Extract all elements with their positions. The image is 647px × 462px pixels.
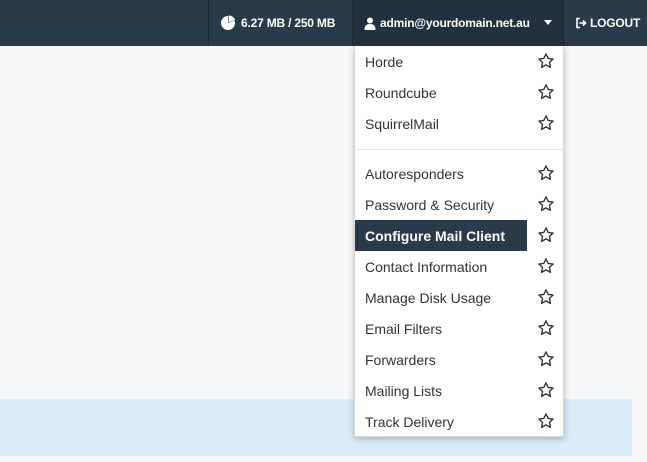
menu-item-horde: Horde <box>355 46 563 77</box>
logout-button[interactable]: LOGOUT <box>575 0 640 46</box>
topbar-separator <box>563 0 564 46</box>
star-icon[interactable] <box>537 381 555 399</box>
menu-item-link[interactable]: Forwarders <box>355 344 527 375</box>
menu-item-password-security: Password & Security <box>355 189 563 220</box>
star-icon[interactable] <box>537 164 555 182</box>
star-icon[interactable] <box>537 319 555 337</box>
star-icon[interactable] <box>537 350 555 368</box>
menu-item-link[interactable]: Email Filters <box>355 313 527 344</box>
menu-divider <box>355 149 563 150</box>
menu-item-link[interactable]: Manage Disk Usage <box>355 282 527 313</box>
menu-item-squirrelmail: SquirrelMail <box>355 108 563 139</box>
menu-item-link[interactable]: Mailing Lists <box>355 375 527 406</box>
pie-chart-icon <box>221 15 236 30</box>
menu-item-link[interactable]: Track Delivery <box>355 406 527 437</box>
sign-out-icon <box>576 17 587 29</box>
menu-item-autoresponders: Autoresponders <box>355 158 563 189</box>
menu-item-link[interactable]: Autoresponders <box>355 158 527 189</box>
user-email: admin@yourdomain.net.au <box>380 16 530 30</box>
menu-item-configure-mail-client: Configure Mail Client <box>355 220 563 251</box>
user-dropdown-menu: Horde Roundcube SquirrelMail Autorespond… <box>354 46 564 437</box>
menu-item-link[interactable]: Roundcube <box>355 77 527 108</box>
menu-item-mailing-lists: Mailing Lists <box>355 375 563 406</box>
menu-item-contact-information: Contact Information <box>355 251 563 282</box>
star-icon[interactable] <box>537 226 555 244</box>
menu-item-link[interactable]: Horde <box>355 46 527 77</box>
menu-item-email-filters: Email Filters <box>355 313 563 344</box>
caret-down-icon <box>544 20 552 25</box>
user-icon <box>364 17 376 30</box>
menu-item-link[interactable]: Configure Mail Client <box>355 220 527 251</box>
topbar-separator <box>208 0 209 46</box>
top-bar: 6.27 MB / 250 MB admin@yourdomain.net.au… <box>0 0 647 46</box>
star-icon[interactable] <box>537 114 555 132</box>
star-icon[interactable] <box>537 52 555 70</box>
menu-item-link[interactable]: Contact Information <box>355 251 527 282</box>
star-icon[interactable] <box>537 195 555 213</box>
menu-item-forwarders: Forwarders <box>355 344 563 375</box>
star-icon[interactable] <box>537 412 555 430</box>
star-icon[interactable] <box>537 288 555 306</box>
menu-item-link[interactable]: Password & Security <box>355 189 527 220</box>
disk-usage-text: 6.27 MB / 250 MB <box>241 16 336 30</box>
star-icon[interactable] <box>537 257 555 275</box>
menu-item-manage-disk-usage: Manage Disk Usage <box>355 282 563 313</box>
star-icon[interactable] <box>537 83 555 101</box>
user-menu-toggle[interactable]: admin@yourdomain.net.au <box>353 0 563 46</box>
menu-item-link[interactable]: SquirrelMail <box>355 108 527 139</box>
menu-item-roundcube: Roundcube <box>355 77 563 108</box>
menu-item-track-delivery: Track Delivery <box>355 406 563 437</box>
disk-usage: 6.27 MB / 250 MB <box>220 0 335 46</box>
logout-label: LOGOUT <box>590 16 641 30</box>
